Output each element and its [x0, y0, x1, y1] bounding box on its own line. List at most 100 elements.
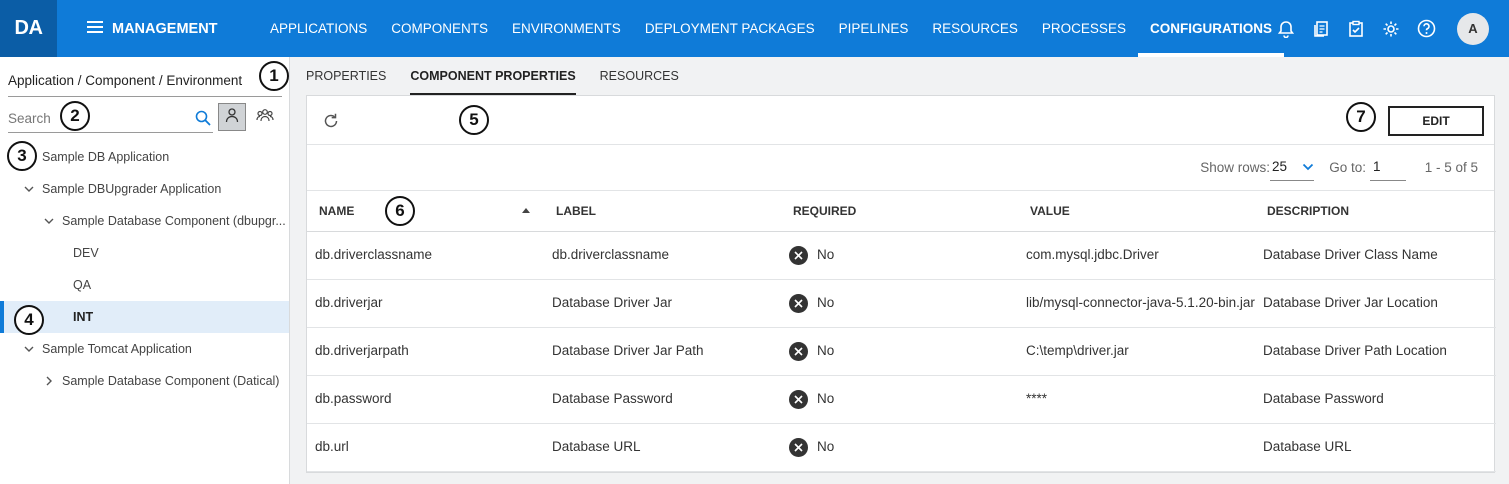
- chevron-right-icon[interactable]: [42, 374, 56, 388]
- tab-properties[interactable]: PROPERTIES: [306, 57, 386, 95]
- tree-item[interactable]: Sample Tomcat Application: [0, 333, 289, 365]
- bell-icon[interactable]: [1275, 18, 1297, 40]
- main-nav: APPLICATIONS COMPONENTS ENVIRONMENTS DEPLOY…: [258, 0, 1284, 57]
- tree-item[interactable]: DEV: [0, 237, 289, 269]
- cell-description: Database Driver Class Name: [1255, 231, 1496, 280]
- tree-item-label: Sample Database Component (dbupgr...: [62, 214, 286, 228]
- pager: Show rows: 25 Go to: 1 - 5 of 5: [307, 145, 1494, 191]
- hamburger-icon: [87, 20, 103, 33]
- group-toggle[interactable]: [254, 106, 276, 128]
- table-row[interactable]: db.driverjarpath Database Driver Jar Path…: [307, 327, 1496, 376]
- rows-per-page-select[interactable]: 25: [1270, 153, 1314, 181]
- cell-label: Database Password: [544, 375, 781, 424]
- group-icon: [256, 107, 274, 128]
- single-user-toggle[interactable]: [218, 103, 246, 131]
- top-icons: A: [1262, 0, 1489, 57]
- sidebar: Application / Component / Environment Sa…: [0, 57, 290, 484]
- column-header-description[interactable]: DESCRIPTION: [1255, 191, 1496, 232]
- column-header-name[interactable]: NAME: [307, 191, 544, 232]
- cell-label: Database Driver Jar Path: [544, 327, 781, 376]
- properties-panel: EDIT Show rows: 25 Go to: 1 - 5 of 5 NAM…: [306, 95, 1496, 473]
- nav-components[interactable]: COMPONENTS: [379, 0, 500, 57]
- tab-component-properties[interactable]: COMPONENT PROPERTIES: [410, 57, 576, 96]
- tree-item[interactable]: Sample DBUpgrader Application: [0, 173, 289, 205]
- tab-bar: PROPERTIES COMPONENT PROPERTIES RESOURCES: [306, 57, 703, 97]
- help-icon[interactable]: [1415, 18, 1437, 40]
- column-header-value[interactable]: VALUE: [1018, 191, 1255, 232]
- cell-value: ****: [1018, 375, 1255, 424]
- table-row[interactable]: db.driverclassname db.driverclassname No co…: [307, 231, 1496, 280]
- tree-item[interactable]: Sample DB Application: [0, 141, 289, 173]
- person-icon: [224, 107, 240, 128]
- properties-table: NAME LABEL REQUIRED VALUE DESCRIPTION db.dri…: [307, 191, 1496, 472]
- callout-marker: 7: [1346, 102, 1376, 132]
- required-indicator: No: [789, 341, 1018, 361]
- sort-ascending-icon[interactable]: [522, 208, 530, 213]
- avatar[interactable]: A: [1457, 12, 1489, 45]
- table-row[interactable]: db.driverjar Database Driver Jar No lib/mys…: [307, 279, 1496, 328]
- show-rows-label: Show rows:: [1200, 160, 1270, 175]
- chevron-down-icon[interactable]: [42, 214, 56, 228]
- x-circle-icon: [789, 245, 808, 265]
- tab-resources[interactable]: RESOURCES: [600, 57, 679, 95]
- documents-icon[interactable]: [1310, 18, 1332, 40]
- cell-name: db.driverclassname: [307, 231, 544, 280]
- cell-value: lib/mysql-connector-java-5.1.20-bin.jar: [1018, 279, 1255, 328]
- tree-item[interactable]: QA: [0, 269, 289, 301]
- gear-icon[interactable]: [1380, 18, 1402, 40]
- x-circle-icon: [789, 437, 808, 457]
- nav-pipelines[interactable]: PIPELINES: [827, 0, 921, 57]
- chevron-down-icon[interactable]: [22, 182, 36, 196]
- edit-button[interactable]: EDIT: [1388, 106, 1484, 136]
- divider: [8, 96, 282, 97]
- cell-label: db.driverclassname: [544, 231, 781, 280]
- app-logo[interactable]: DA: [0, 0, 57, 57]
- column-header-label: LABEL: [556, 203, 596, 218]
- chevron-down-icon[interactable]: [22, 342, 36, 356]
- goto-page-input[interactable]: [1370, 153, 1406, 181]
- nav-processes[interactable]: PROCESSES: [1030, 0, 1138, 57]
- required-text: No: [817, 439, 835, 454]
- table-body: db.driverclassname db.driverclassname No co…: [307, 231, 1496, 472]
- column-header-label: NAME: [319, 203, 355, 218]
- x-circle-icon: [789, 389, 808, 409]
- callout-marker: 6: [385, 196, 415, 226]
- cell-required: No: [781, 327, 1018, 376]
- tree-item[interactable]: Sample Database Component (Datical): [0, 365, 289, 397]
- required-text: No: [817, 247, 835, 262]
- tree-item-label: DEV: [73, 246, 99, 260]
- clipboard-check-icon[interactable]: [1345, 18, 1367, 40]
- tree-item[interactable]: Sample Database Component (dbupgr...: [0, 205, 289, 237]
- tree-item-label: INT: [73, 310, 94, 324]
- table-row[interactable]: db.url Database URL No Database URL: [307, 423, 1496, 472]
- refresh-icon[interactable]: [321, 111, 341, 131]
- column-header-label[interactable]: LABEL: [544, 191, 781, 232]
- cell-value: [1018, 423, 1255, 472]
- cell-value: com.mysql.jdbc.Driver: [1018, 231, 1255, 280]
- column-header-required[interactable]: REQUIRED: [781, 191, 1018, 232]
- required-indicator: No: [789, 293, 1018, 313]
- tree-item-label: Sample Tomcat Application: [42, 342, 192, 356]
- nav-applications[interactable]: APPLICATIONS: [258, 0, 379, 57]
- sidebar-title: Application / Component / Environment: [8, 73, 243, 88]
- callout-marker: 2: [60, 101, 90, 131]
- cell-required: No: [781, 231, 1018, 280]
- column-header-label: DESCRIPTION: [1267, 203, 1350, 218]
- tree-item-label: Sample Database Component (Datical): [62, 374, 280, 388]
- search-input[interactable]: [8, 105, 178, 131]
- page-range: 1 - 5 of 5: [1424, 160, 1478, 175]
- cell-required: No: [781, 279, 1018, 328]
- cell-required: No: [781, 375, 1018, 424]
- nav-environments[interactable]: ENVIRONMENTS: [500, 0, 633, 57]
- search-icon[interactable]: [195, 110, 211, 131]
- management-menu-button[interactable]: MANAGEMENT: [87, 20, 257, 37]
- nav-deployment-packages[interactable]: DEPLOYMENT PACKAGES: [633, 0, 827, 57]
- nav-resources[interactable]: RESOURCES: [920, 0, 1030, 57]
- table-row[interactable]: db.password Database Password No **** Databa…: [307, 375, 1496, 424]
- rows-per-page-value: 25: [1272, 159, 1288, 174]
- tree-item-label: Sample DBUpgrader Application: [42, 182, 222, 196]
- cell-name: db.driverjarpath: [307, 327, 544, 376]
- required-indicator: No: [789, 245, 1018, 265]
- required-indicator: No: [789, 437, 1018, 457]
- table-header-row: NAME LABEL REQUIRED VALUE DESCRIPTION: [307, 191, 1496, 232]
